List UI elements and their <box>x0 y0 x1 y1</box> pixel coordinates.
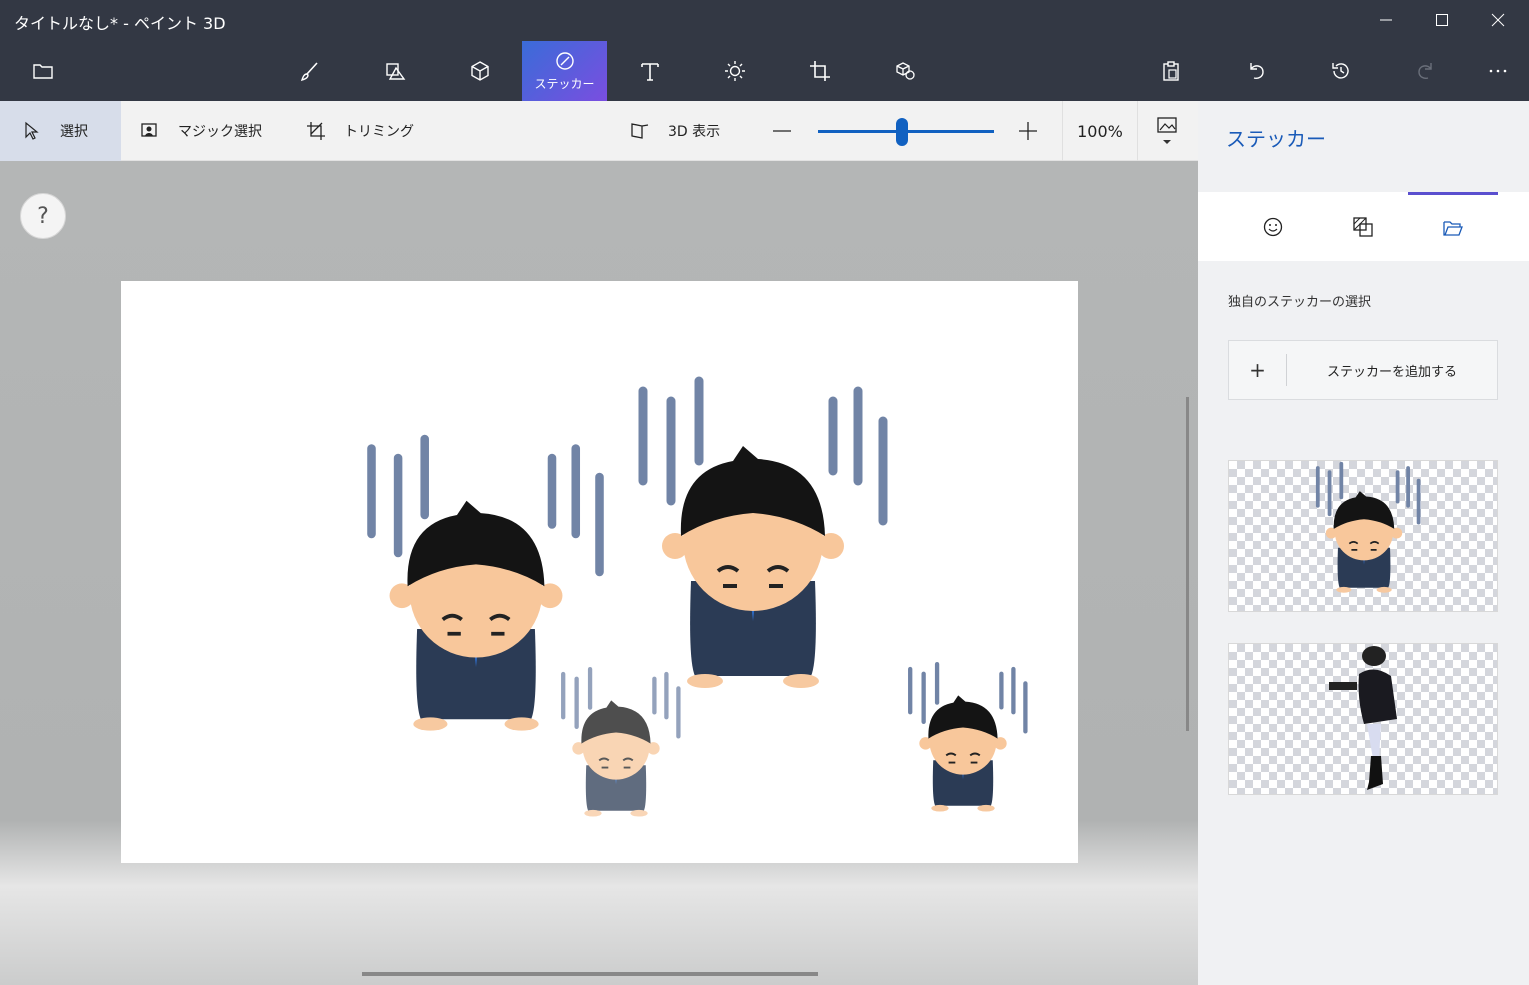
magic-select-icon <box>141 123 157 137</box>
tool-brushes[interactable] <box>267 41 352 101</box>
magic-select-button[interactable]: マジック選択 <box>140 101 262 161</box>
zoom-value[interactable]: 100% <box>1062 101 1138 161</box>
minus-icon <box>773 130 791 132</box>
minimize-icon <box>1380 19 1392 21</box>
tab-textures[interactable] <box>1318 192 1408 261</box>
close-icon <box>1491 13 1505 27</box>
undo-button[interactable] <box>1213 41 1298 101</box>
select-label: 選択 <box>60 124 88 140</box>
panel-title: ステッカー <box>1226 127 1326 151</box>
crop-icon <box>307 122 325 140</box>
tool-canvas[interactable] <box>777 41 862 101</box>
sticker-thumbnail[interactable] <box>1228 460 1498 612</box>
crop-label: トリミング <box>344 124 414 140</box>
vertical-scrollbar[interactable] <box>1186 397 1189 731</box>
tool-3d-library[interactable] <box>862 41 947 101</box>
paste-button[interactable] <box>1128 41 1213 101</box>
plus-icon <box>1019 122 1037 140</box>
custom-folder-icon <box>1443 221 1463 236</box>
window-title: タイトルなし* - ペイント 3D <box>14 14 226 33</box>
title-bar: タイトルなし* - ペイント 3D ステッカー <box>0 0 1529 101</box>
brush-icon <box>300 62 318 82</box>
add-sticker-button[interactable]: + ステッカーを追加する <box>1228 340 1498 400</box>
history-icon <box>1331 63 1349 79</box>
sticker-image-photographer <box>1329 646 1397 790</box>
maximize-icon <box>1436 14 1448 26</box>
add-sticker-label: ステッカーを追加する <box>1326 364 1457 380</box>
3d-cube-icon <box>470 61 489 81</box>
tool-text[interactable] <box>607 41 692 101</box>
view-3d-icon <box>631 123 649 139</box>
tool-effects[interactable] <box>692 41 777 101</box>
background-toggle-button[interactable] <box>1138 101 1198 161</box>
maximize-button[interactable] <box>1414 0 1470 40</box>
textures-icon <box>1353 216 1373 237</box>
effects-icon <box>724 61 745 81</box>
3d-library-icon <box>895 62 915 80</box>
horizontal-scrollbar[interactable] <box>362 972 818 976</box>
panel-header: ステッカー <box>1198 101 1529 192</box>
redo-icon <box>1417 63 1432 79</box>
add-plus-icon: + <box>1229 354 1287 386</box>
canvas-icon <box>809 61 830 81</box>
sticker-icon <box>555 51 574 70</box>
more-icon <box>1489 69 1506 73</box>
sub-toolbar: 選択 マジック選択 トリミング 3D 表示 <box>0 101 1198 161</box>
zoom-in-button[interactable] <box>1018 101 1038 161</box>
view-3d-label: 3D 表示 <box>668 124 721 140</box>
zoom-slider-thumb[interactable] <box>896 118 909 146</box>
tool-2d-shapes[interactable] <box>352 41 437 101</box>
sticker-thumbnail[interactable] <box>1228 643 1498 795</box>
zoom-out-button[interactable] <box>772 101 792 161</box>
2d-shapes-icon <box>385 63 405 80</box>
tool-stickers-label: ステッカー <box>534 76 595 91</box>
help-button[interactable]: ? <box>20 193 66 239</box>
panel-tabs <box>1198 192 1529 261</box>
crop-button[interactable]: トリミング <box>306 101 414 161</box>
drawing-canvas[interactable] <box>121 281 1078 863</box>
menu-button[interactable] <box>0 41 85 101</box>
text-icon <box>640 63 659 81</box>
pointer-icon <box>25 121 39 140</box>
sticker-panel: ステッカー 独自のステッカーの選択 + ステッカーを追加する <box>1198 101 1529 985</box>
tool-3d-shapes[interactable] <box>437 41 522 101</box>
folder-icon <box>32 64 53 79</box>
image-dropdown-icon <box>1157 117 1177 144</box>
magic-select-label: マジック選択 <box>178 124 262 140</box>
select-button[interactable]: 選択 <box>0 101 121 161</box>
sticker-image-bowing-man <box>1315 461 1421 595</box>
tool-stickers[interactable]: ステッカー <box>522 41 607 101</box>
panel-subtitle: 独自のステッカーの選択 <box>1228 295 1372 310</box>
close-button[interactable] <box>1470 0 1526 40</box>
canvas-artwork <box>121 281 1078 863</box>
paste-icon <box>1162 61 1179 81</box>
history-button[interactable] <box>1298 41 1383 101</box>
more-button[interactable] <box>1455 41 1529 101</box>
undo-icon <box>1249 63 1264 79</box>
tab-stickers[interactable] <box>1228 192 1318 261</box>
tab-custom-stickers[interactable] <box>1408 192 1498 261</box>
sticker-face-icon <box>1263 217 1283 236</box>
minimize-button[interactable] <box>1358 0 1414 40</box>
view-3d-button[interactable]: 3D 表示 <box>630 101 720 161</box>
